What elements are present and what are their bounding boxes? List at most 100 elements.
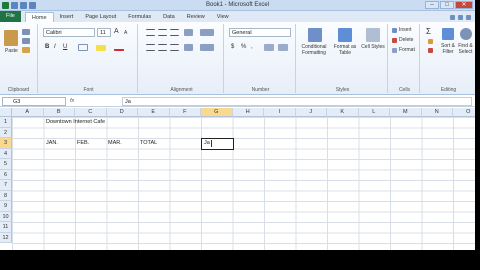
row-header-4[interactable]: 4: [0, 148, 12, 159]
column-header-J[interactable]: J: [295, 108, 327, 117]
row-header-12[interactable]: 12: [0, 232, 12, 243]
close-button[interactable]: ✕: [455, 1, 473, 9]
font-color-icon[interactable]: [114, 45, 124, 51]
underline-button[interactable]: U: [63, 44, 67, 50]
shrink-font-button[interactable]: A: [124, 30, 127, 36]
cell-D3[interactable]: MAR.: [108, 140, 122, 146]
tab-insert[interactable]: Insert: [54, 12, 80, 22]
cell-grid[interactable]: Downtown Internet Cafe JAN. FEB. MAR. TO…: [12, 117, 475, 250]
paste-label[interactable]: Paste: [5, 48, 18, 54]
column-header-C[interactable]: C: [75, 108, 107, 117]
row-header-11[interactable]: 11: [0, 222, 12, 233]
column-header-H[interactable]: H: [232, 108, 264, 117]
column-header-N[interactable]: N: [421, 108, 453, 117]
column-header-K[interactable]: K: [327, 108, 359, 117]
find-select-button[interactable]: Find & Select: [456, 43, 475, 55]
maximize-button[interactable]: □: [440, 1, 454, 9]
column-header-M[interactable]: M: [390, 108, 422, 117]
align-middle-icon[interactable]: [158, 29, 167, 36]
wrap-text-icon[interactable]: [200, 29, 214, 36]
row-header-5[interactable]: 5: [0, 159, 12, 170]
column-header-I[interactable]: I: [264, 108, 296, 117]
help-icon[interactable]: [450, 14, 455, 20]
insert-button[interactable]: Insert: [399, 27, 412, 33]
autosum-button[interactable]: Σ: [426, 27, 431, 36]
ribbon-close-icon[interactable]: [466, 14, 471, 20]
ribbon-minimize-icon[interactable]: [458, 14, 463, 20]
row-header-2[interactable]: 2: [0, 127, 12, 138]
tab-home[interactable]: Home: [24, 12, 54, 22]
fill-color-icon[interactable]: [96, 45, 106, 51]
italic-button[interactable]: I: [54, 44, 56, 50]
column-header-D[interactable]: D: [106, 108, 138, 117]
fill-icon[interactable]: [428, 39, 433, 44]
align-center-icon[interactable]: [158, 44, 167, 51]
sort-filter-icon[interactable]: [442, 28, 454, 40]
insert-function-button[interactable]: fx: [70, 98, 74, 104]
cell-E3[interactable]: TOTAL: [140, 140, 157, 146]
sort-filter-button[interactable]: Sort & Filter: [439, 43, 457, 55]
row-header-6[interactable]: 6: [0, 169, 12, 180]
row-header-1[interactable]: 1: [0, 117, 12, 128]
column-header-O[interactable]: O: [453, 108, 475, 117]
cell-B3[interactable]: JAN.: [46, 140, 58, 146]
align-right-icon[interactable]: [170, 44, 179, 51]
conditional-formatting-button[interactable]: Conditional Formatting: [299, 44, 329, 56]
tab-view[interactable]: View: [211, 12, 235, 22]
bold-button[interactable]: B: [45, 44, 49, 50]
orientation-icon[interactable]: [184, 29, 193, 36]
column-header-G[interactable]: G: [201, 108, 233, 117]
cell-styles-button[interactable]: Cell Styles: [361, 44, 385, 50]
column-header-F[interactable]: F: [169, 108, 201, 117]
tab-file[interactable]: File: [0, 11, 21, 22]
format-cells-icon[interactable]: [392, 48, 397, 53]
insert-cells-icon[interactable]: [392, 28, 397, 33]
number-format-select[interactable]: General: [229, 28, 291, 37]
minimize-button[interactable]: –: [425, 1, 439, 9]
formula-input[interactable]: Ja: [122, 97, 472, 106]
decrease-decimal-icon[interactable]: [278, 44, 288, 51]
align-bottom-icon[interactable]: [170, 29, 179, 36]
format-button[interactable]: Format: [399, 47, 415, 53]
column-header-L[interactable]: L: [358, 108, 390, 117]
cut-icon[interactable]: [22, 29, 30, 35]
clear-icon[interactable]: [428, 48, 433, 53]
align-top-icon[interactable]: [146, 29, 155, 36]
percent-button[interactable]: %: [241, 44, 246, 50]
find-select-icon[interactable]: [460, 28, 472, 40]
select-all-button[interactable]: [0, 108, 12, 117]
cell-B2[interactable]: Downtown Internet Cafe: [46, 119, 105, 125]
increase-decimal-icon[interactable]: [264, 44, 274, 51]
currency-button[interactable]: $: [231, 44, 234, 50]
name-box[interactable]: G3: [2, 97, 66, 106]
grow-font-button[interactable]: A: [114, 28, 119, 35]
tab-page-layout[interactable]: Page Layout: [79, 12, 122, 22]
font-size-select[interactable]: 11: [97, 28, 111, 37]
paste-icon[interactable]: [4, 30, 18, 46]
row-header-8[interactable]: 8: [0, 190, 12, 201]
column-header-B[interactable]: B: [43, 108, 75, 117]
active-cell-G3[interactable]: Ja: [201, 138, 234, 150]
row-header-10[interactable]: 10: [0, 211, 12, 222]
font-name-select[interactable]: Calibri: [43, 28, 95, 37]
comma-button[interactable]: ,: [251, 44, 253, 50]
format-as-table-button[interactable]: Format as Table: [332, 44, 358, 56]
format-as-table-icon[interactable]: [338, 28, 352, 42]
tab-formulas[interactable]: Formulas: [122, 12, 157, 22]
merge-center-icon[interactable]: [200, 44, 214, 51]
row-header-7[interactable]: 7: [0, 180, 12, 191]
tab-review[interactable]: Review: [181, 12, 211, 22]
borders-icon[interactable]: [78, 44, 88, 51]
align-left-icon[interactable]: [146, 44, 155, 51]
delete-button[interactable]: Delete: [399, 37, 413, 43]
cell-styles-icon[interactable]: [366, 28, 380, 42]
cell-C3[interactable]: FEB.: [77, 140, 89, 146]
copy-icon[interactable]: [22, 38, 30, 44]
tab-data[interactable]: Data: [157, 12, 181, 22]
column-header-E[interactable]: E: [138, 108, 170, 117]
format-painter-icon[interactable]: [22, 47, 30, 53]
column-header-A[interactable]: A: [12, 108, 44, 117]
row-header-9[interactable]: 9: [0, 201, 12, 212]
conditional-formatting-icon[interactable]: [308, 28, 322, 42]
row-header-3[interactable]: 3: [0, 138, 12, 149]
